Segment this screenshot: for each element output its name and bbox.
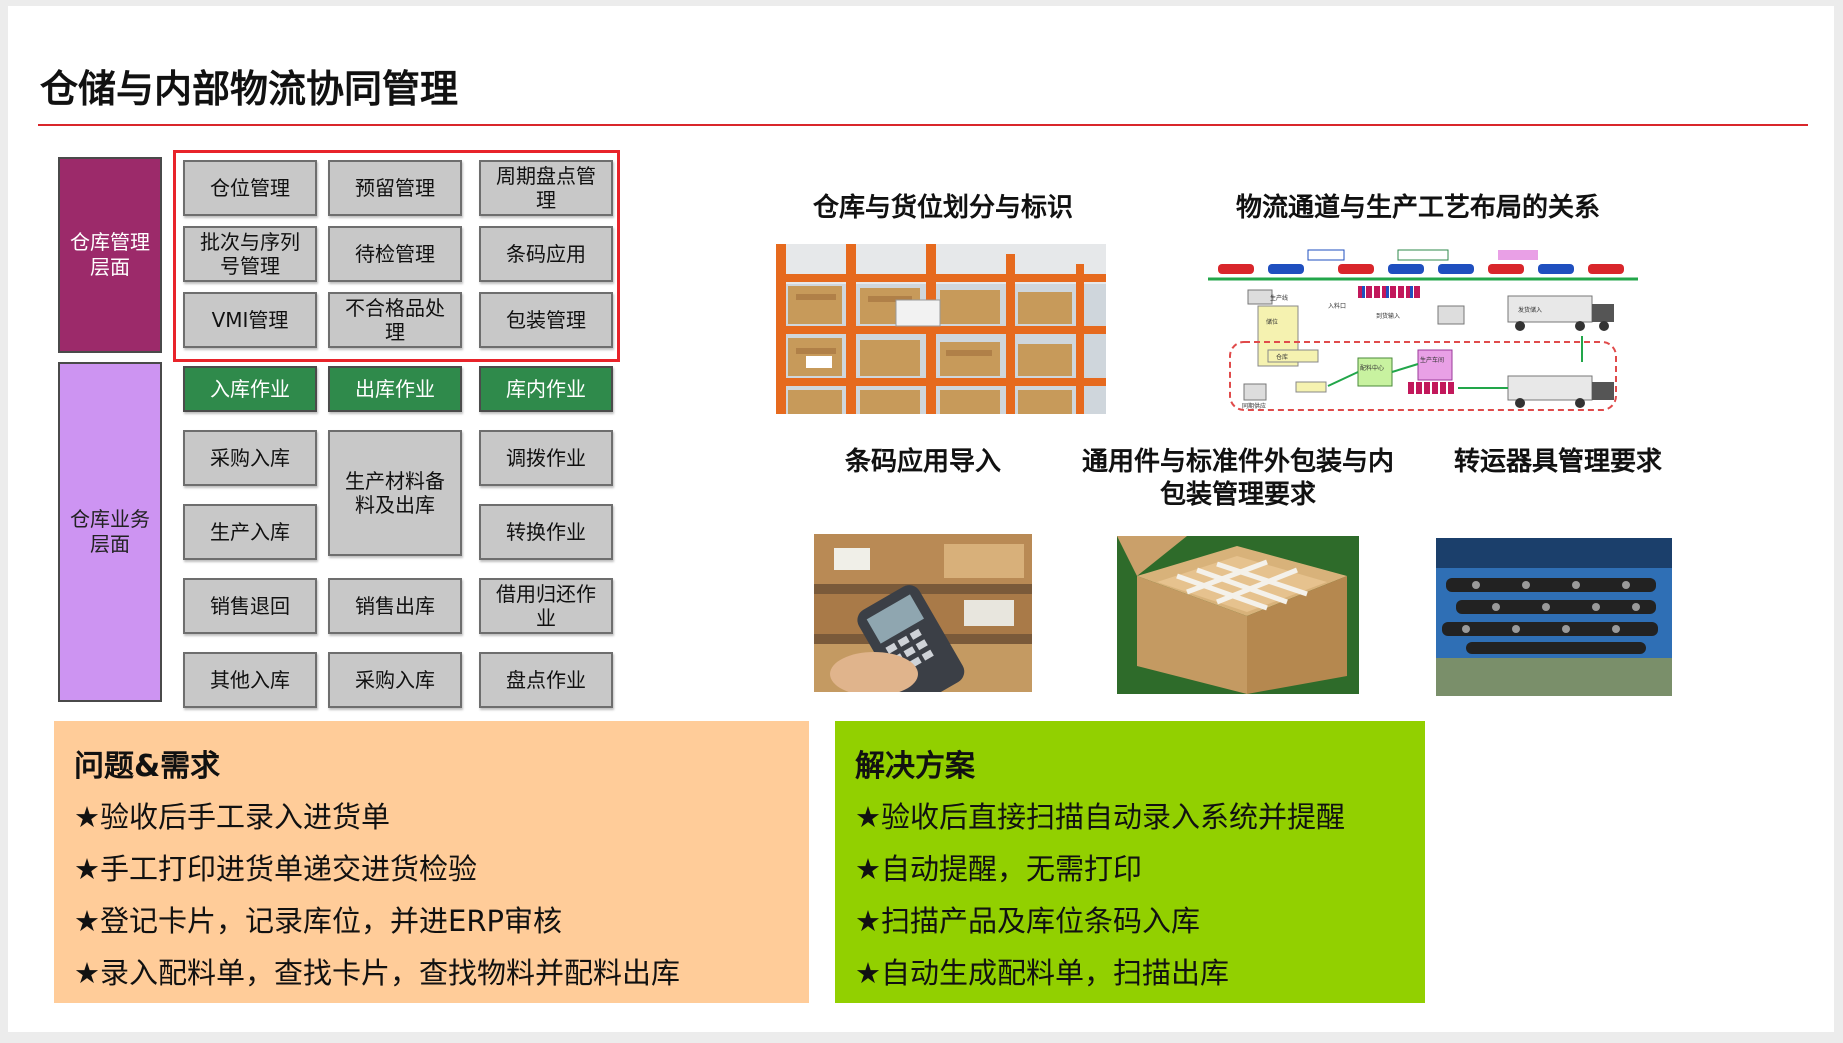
box-purchase-inbound-2: 采购入库: [328, 652, 462, 708]
diagram-label-storage: 储位: [1266, 318, 1278, 326]
photo-warehouse-racks: [776, 244, 1106, 414]
diagram-label-kitting-center: 配料中心: [1360, 364, 1384, 372]
box-sales-outbound: 销售出库: [328, 578, 462, 634]
slide: 仓储与内部物流协同管理 仓库管理 层面 仓库业务 层面 仓位管理 预留管理 周期…: [8, 6, 1834, 1032]
box-barcode-application: 条码应用: [479, 226, 613, 282]
box-packaging-management: 包装管理: [479, 292, 613, 348]
caption-logistics-layout: 物流通道与生产工艺布局的关系: [1235, 193, 1600, 223]
title-divider: [38, 124, 1808, 126]
diagram-label-arrival-input: 到货输入: [1376, 312, 1400, 320]
box-stocktake-operation: 盘点作业: [479, 652, 613, 708]
box-nonconforming: 不合格品处 理: [328, 292, 462, 348]
category-warehouse-operations: 仓库业务 层面: [58, 362, 162, 702]
box-sales-return: 销售退回: [183, 578, 317, 634]
problems-heading: 问题&需求: [74, 749, 221, 784]
diagram-label-workshop: 生产车间: [1420, 356, 1444, 364]
problem-item: ★登记卡片，记录库位，并进ERP审核: [74, 904, 562, 938]
solution-item: ★验收后直接扫描自动录入系统并提醒: [855, 800, 1345, 834]
box-vmi-management: VMI管理: [183, 292, 317, 348]
diagram-label-material-inlet: 入料口: [1328, 302, 1346, 310]
solutions-heading: 解决方案: [855, 749, 975, 784]
diagram-label-supply: 同期供应: [1242, 402, 1266, 410]
category-warehouse-management: 仓库管理 层面: [58, 157, 162, 353]
photo-packaging-box: [1117, 536, 1359, 694]
box-production-inbound: 生产入库: [183, 504, 317, 560]
caption-warehouse-zones: 仓库与货位划分与标识: [812, 193, 1073, 223]
problem-item: ★验收后手工录入进货单: [74, 800, 390, 834]
box-location-management: 仓位管理: [183, 160, 317, 216]
box-other-inbound: 其他入库: [183, 652, 317, 708]
page-title: 仓储与内部物流协同管理: [40, 67, 459, 111]
diagram-label-production-line: 生产线: [1270, 294, 1288, 302]
caption-barcode: 条码应用导入: [844, 447, 1001, 477]
box-transfer-operation: 调拨作业: [479, 430, 613, 486]
problem-item: ★录入配料单，查找卡片，查找物料并配料出库: [74, 956, 680, 990]
solution-item: ★扫描产品及库位条码入库: [855, 904, 1200, 938]
caption-packaging: 通用件与标准件外包装与内 包装管理要求: [1081, 447, 1394, 510]
box-conversion-operation: 转换作业: [479, 504, 613, 560]
caption-transfer: 转运器具管理要求: [1453, 447, 1662, 477]
box-purchase-inbound: 采购入库: [183, 430, 317, 486]
panel-solutions: 解决方案 ★验收后直接扫描自动录入系统并提醒 ★自动提醒，无需打印 ★扫描产品及…: [835, 721, 1425, 1003]
box-production-material-issue: 生产材料备 料及出库: [328, 430, 462, 556]
diagram-label-warehouse: 仓库: [1276, 353, 1288, 361]
header-in-warehouse: 库内作业: [479, 366, 613, 412]
box-cycle-count: 周期盘点管 理: [479, 160, 613, 216]
box-borrow-return: 借用归还作 业: [479, 578, 613, 634]
box-inspection-pending: 待检管理: [328, 226, 462, 282]
solution-item: ★自动生成配料单，扫描出库: [855, 956, 1229, 990]
photo-transfer-equipment: [1436, 538, 1672, 696]
box-batch-serial: 批次与序列 号管理: [183, 226, 317, 282]
box-reservation-management: 预留管理: [328, 160, 462, 216]
solution-item: ★自动提醒，无需打印: [855, 852, 1142, 886]
diagram-label-shipping: 发货储入: [1518, 306, 1542, 314]
diagram-logistics-layout: 生产线 储位 入料口 到货输入 仓库 配料中心 生产车间 同期供应 发货储入: [1208, 246, 1638, 414]
photo-barcode-scanner: [814, 534, 1032, 692]
problem-item: ★手工打印进货单递交进货检验: [74, 852, 477, 886]
header-inbound: 入库作业: [183, 366, 317, 412]
panel-problems: 问题&需求 ★验收后手工录入进货单 ★手工打印进货单递交进货检验 ★登记卡片，记…: [54, 721, 809, 1003]
header-outbound: 出库作业: [328, 366, 462, 412]
